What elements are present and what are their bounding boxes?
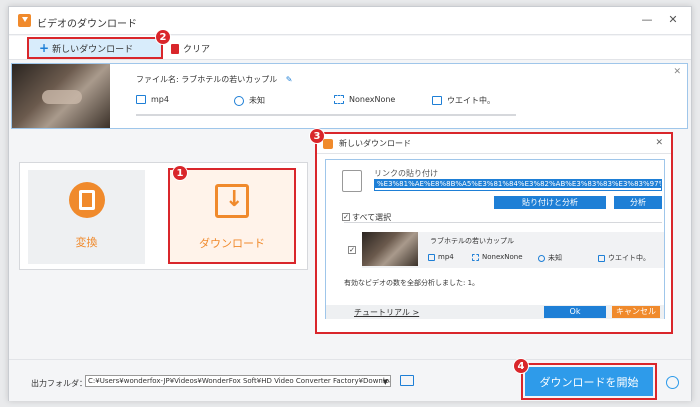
start-download-highlight: ダウンロードを開始: [521, 363, 657, 400]
filename-text: ファイル名: ラブホテルの若いカップル: [136, 75, 278, 84]
toolbar: + 新しいダウンロード 2 クリア: [9, 29, 691, 60]
dialog-title: 新しいダウンロード: [339, 139, 411, 148]
dialog-title-bar: 新しいダウンロード ✕: [317, 134, 671, 154]
dialog-status-value: ウエイト中。: [608, 254, 650, 262]
app-logo-icon: [18, 14, 31, 27]
dialog-video-thumbnail: [362, 232, 418, 266]
plus-icon: +: [39, 41, 50, 55]
item-checkbox[interactable]: ✓: [348, 246, 356, 254]
video-thumbnail: [12, 64, 110, 128]
video-format-icon: [136, 95, 146, 104]
dialog-video-item[interactable]: ラブホテルの若いカップル mp4 NonexNone 未知 ウエイト中。: [362, 232, 664, 268]
dialog-duration-value: 未知: [548, 254, 562, 262]
alarm-clock-icon[interactable]: [666, 376, 679, 389]
folder-status-icon: [432, 96, 442, 105]
paste-link-label: リンクの貼り付け: [374, 169, 438, 178]
start-download-button[interactable]: ダウンロードを開始: [525, 367, 653, 396]
window-title: ビデオのダウンロード: [37, 19, 137, 30]
select-all-checkbox[interactable]: ✓: [342, 213, 350, 221]
clear-button[interactable]: クリア: [171, 42, 210, 55]
output-folder-select[interactable]: C:¥Users¥wonderfox-JP¥Videos¥WonderFox S…: [85, 375, 391, 387]
dialog-app-icon: [323, 139, 333, 149]
step-badge-2: 2: [155, 29, 171, 45]
divider: [344, 222, 662, 223]
download-label: ダウンロード: [199, 237, 265, 250]
new-download-button[interactable]: + 新しいダウンロード: [27, 37, 163, 59]
bottom-bar: 出力フォルダ： C:¥Users¥wonderfox-JP¥Videos¥Won…: [9, 358, 691, 401]
minimize-button[interactable]: —: [639, 13, 655, 26]
clock-icon: [538, 254, 545, 262]
progress-bar: [136, 114, 516, 116]
format-value: mp4: [151, 95, 169, 104]
open-folder-icon[interactable]: [400, 375, 414, 386]
resolution-icon: [334, 95, 344, 104]
new-download-label: 新しいダウンロード: [52, 44, 134, 55]
trash-icon: [171, 43, 179, 54]
url-input[interactable]: %E3%81%AE%E8%8B%A5%E3%81%84%E3%82%AB%E3%…: [374, 179, 662, 191]
edit-pencil-icon[interactable]: ✎: [286, 75, 293, 84]
dialog-format-value: mp4: [438, 253, 454, 261]
download-icon: [215, 184, 249, 218]
tutorial-link[interactable]: チュートリアル >: [354, 307, 419, 318]
main-window: ビデオのダウンロード — ✕ + 新しいダウンロード 2 クリア ファイル名: …: [8, 6, 692, 401]
dropdown-arrow-icon[interactable]: ▼: [383, 377, 388, 386]
dialog-format-meta: mp4: [428, 253, 454, 261]
clear-label: クリア: [183, 45, 211, 55]
close-button[interactable]: ✕: [665, 13, 681, 26]
duration-value: 未知: [249, 96, 265, 105]
dialog-body: リンクの貼り付け %E3%81%AE%E8%8B%A5%E3%81%84%E3%…: [325, 159, 665, 319]
dialog-status-meta: ウエイト中。: [598, 253, 650, 263]
url-input-value: %E3%81%AE%E8%8B%A5%E3%81%84%E3%82%AB%E3%…: [375, 180, 661, 188]
resolution-value: NonexNone: [349, 95, 396, 104]
film-convert-icon: [69, 182, 105, 218]
download-tile[interactable]: ダウンロード: [168, 168, 296, 264]
output-folder-label: 出力フォルダ：: [31, 379, 87, 388]
dialog-item-name: ラブホテルの若いカップル: [430, 237, 514, 245]
ok-button[interactable]: Ok: [544, 306, 606, 318]
convert-tile[interactable]: 変換: [28, 170, 145, 264]
duration-meta: 未知: [234, 95, 265, 106]
dialog-duration-meta: 未知: [538, 253, 562, 263]
new-download-dialog: 3 新しいダウンロード ✕ リンクの貼り付け %E3%81%AE%E8%8B%A…: [309, 128, 673, 334]
title-bar: ビデオのダウンロード — ✕: [9, 7, 691, 35]
convert-label: 変換: [75, 236, 98, 249]
video-format-icon: [428, 253, 435, 261]
clock-icon: [234, 95, 244, 106]
dialog-footer: チュートリアル > Ok キャンセル: [326, 305, 664, 319]
analyzed-count-text: 有効なビデオの数を全部分析しました: 1。: [344, 279, 480, 287]
folder-status-icon: [598, 254, 605, 262]
filename: ファイル名: ラブホテルの若いカップル ✎: [136, 74, 293, 85]
format-meta: mp4: [136, 95, 169, 104]
resolution-icon: [472, 253, 479, 261]
dialog-resolution-value: NonexNone: [482, 253, 523, 261]
mode-tiles: 変換 ダウンロード 1: [19, 162, 308, 270]
item-close-icon[interactable]: ✕: [673, 67, 681, 77]
paste-analyze-button[interactable]: 貼り付けと分析: [494, 196, 606, 209]
dialog-close-icon[interactable]: ✕: [655, 138, 663, 148]
url-link-icon: [342, 170, 362, 192]
cancel-button[interactable]: キャンセル: [612, 306, 660, 318]
output-folder-path: C:¥Users¥wonderfox-JP¥Videos¥WonderFox S…: [88, 377, 390, 385]
analyze-label: 分析: [630, 198, 646, 207]
status-value: ウエイト中。: [447, 96, 495, 105]
paste-analyze-label: 貼り付けと分析: [522, 198, 578, 207]
step-badge-4: 4: [513, 358, 529, 374]
dialog-resolution-meta: NonexNone: [472, 253, 523, 261]
status-meta: ウエイト中。: [432, 95, 495, 106]
step-badge-1: 1: [172, 165, 188, 181]
analyze-button[interactable]: 分析: [614, 196, 662, 209]
resolution-meta: NonexNone: [334, 95, 395, 104]
download-item[interactable]: ファイル名: ラブホテルの若いカップル ✎ mp4 未知 NonexNone ウ…: [11, 63, 688, 129]
